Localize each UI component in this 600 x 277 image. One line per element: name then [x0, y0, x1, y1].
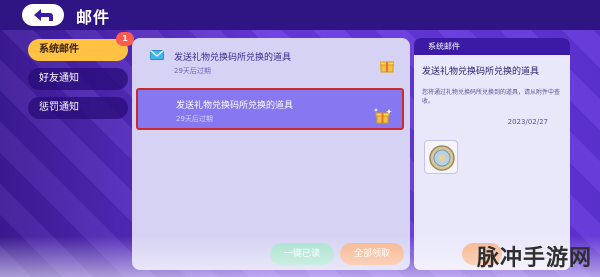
watermark: 脉冲手游网: [476, 246, 592, 271]
mail-detail-panel: 系统邮件 发送礼物兑换码所兑换的道具 您将通过礼物兑换码所兑换到的道具，请从附件…: [414, 38, 570, 270]
back-button[interactable]: [22, 4, 64, 26]
sidebar-item-friend-notice[interactable]: 好友通知: [28, 68, 128, 90]
envelope-icon: [150, 50, 164, 60]
sidebar-item-label: 系统邮件: [39, 44, 79, 55]
mail-list-item-selected[interactable]: 发送礼物兑换码所兑换的道具 29天后过期: [136, 88, 404, 130]
mail-subject: 发送礼物兑换码所兑换的道具: [176, 101, 294, 111]
sidebar-item-label: 惩罚通知: [39, 102, 79, 113]
top-bar: 邮件: [0, 0, 600, 30]
coin-icon: [429, 145, 455, 171]
sidebar-item-label: 好友通知: [39, 73, 79, 84]
mail-subject: 发送礼物兑换码所兑换的道具: [174, 53, 292, 63]
read-all-button[interactable]: 一键已读: [270, 243, 334, 265]
sidebar-item-penalty-notice[interactable]: 惩罚通知: [28, 97, 128, 119]
sidebar-item-system-mail[interactable]: 系统邮件 1: [28, 32, 134, 61]
detail-title: 发送礼物兑换码所兑换的道具: [422, 67, 540, 77]
page-title: 邮件: [76, 8, 111, 27]
detail-date: 2023/02/27: [507, 118, 548, 126]
detail-header: 系统邮件: [414, 38, 570, 55]
gift-icon: [380, 61, 394, 73]
gift-sparkle-icon: [374, 108, 392, 124]
back-arrow-icon: [34, 9, 53, 21]
mail-list-item[interactable]: 发送礼物兑换码所兑换的道具 29天后过期: [136, 42, 404, 84]
detail-body: 您将通过礼物兑换码所兑换到的道具，请从附件中查收。: [422, 89, 561, 105]
mail-expire: 29天后过期: [174, 67, 211, 75]
mail-expire: 29天后过期: [176, 115, 213, 123]
claim-all-button[interactable]: 全部领取: [340, 243, 404, 265]
attachment-slot[interactable]: [424, 140, 458, 174]
